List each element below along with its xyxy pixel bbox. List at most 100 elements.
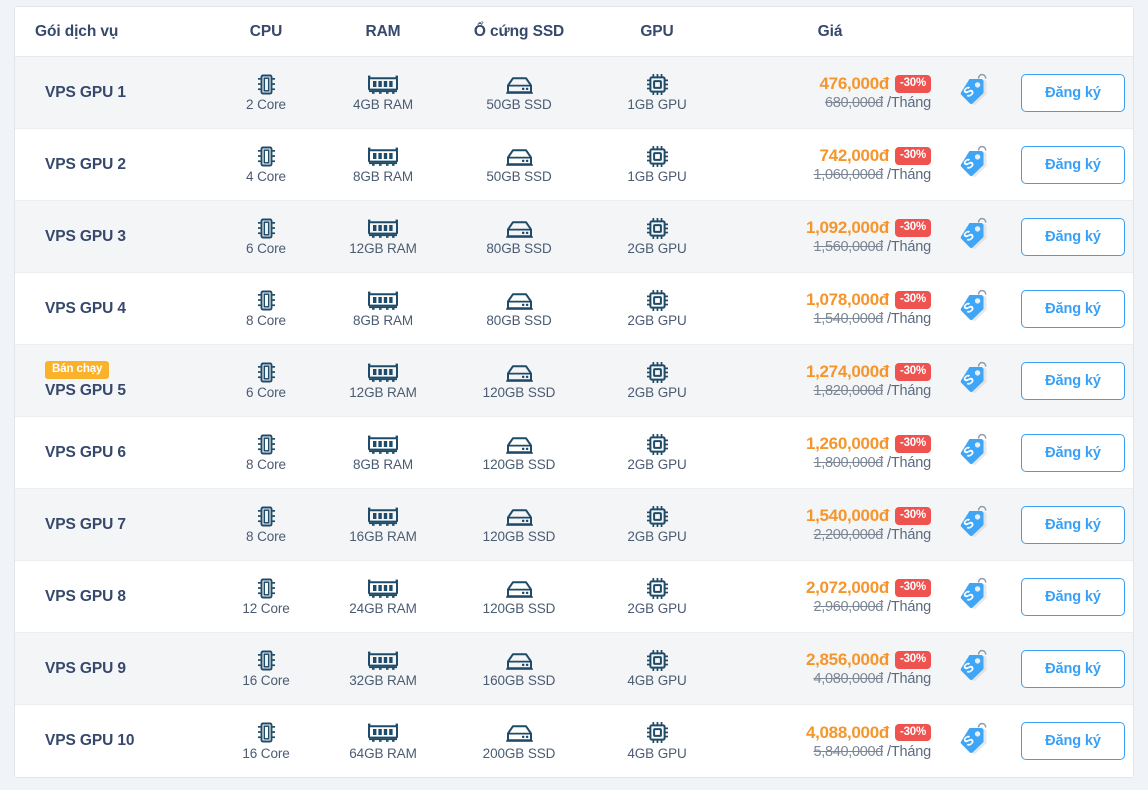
cpu-chip-icon	[257, 722, 275, 744]
price-cell: 476,000đ -30% 680,000đ /Tháng	[721, 74, 939, 111]
ram-value: 4GB RAM	[352, 97, 414, 112]
package-name-cell: VPS GPU 2	[15, 156, 211, 174]
package-name-cell: Bán chạy VPS GPU 5	[15, 361, 211, 400]
price-original: 680,000đ	[824, 95, 884, 111]
action-cell: Đăng ký	[1011, 361, 1135, 400]
table-row: VPS GPU 7 8 Core 16GB RAM 120GB SSD 2GB …	[15, 489, 1133, 561]
register-button[interactable]: Đăng ký	[1021, 505, 1125, 544]
ssd-spec-cell: 120GB SSD	[445, 361, 593, 400]
price-original: 1,560,000đ	[813, 239, 884, 255]
gpu-spec-cell: 2GB GPU	[593, 217, 721, 256]
register-button[interactable]: Đăng ký	[1021, 577, 1125, 616]
register-button[interactable]: Đăng ký	[1021, 145, 1125, 184]
gpu-spec-cell: 2GB GPU	[593, 361, 721, 400]
price-cell: 1,260,000đ -30% 1,800,000đ /Tháng	[721, 434, 939, 471]
register-button[interactable]: Đăng ký	[1021, 361, 1125, 400]
action-cell: Đăng ký	[1011, 577, 1135, 616]
table-row: VPS GPU 8 12 Core 24GB RAM 120GB SSD 2GB…	[15, 561, 1133, 633]
ram-value: 12GB RAM	[349, 385, 417, 400]
hard-drive-icon	[505, 649, 534, 671]
memory-stick-icon	[368, 649, 398, 671]
gpu-value: 4GB GPU	[627, 745, 687, 761]
discount-badge: -30%	[894, 651, 931, 669]
register-button[interactable]: Đăng ký	[1021, 722, 1125, 760]
gpu-spec-cell: 2GB GPU	[593, 289, 721, 328]
table-header-row: Gói dịch vụ CPU RAM Ổ cứng SSD GPU Giá	[15, 7, 1133, 57]
action-cell: Đăng ký	[1011, 649, 1135, 688]
price-discounted: 1,260,000đ	[805, 434, 889, 453]
ssd-spec-cell: 80GB SSD	[445, 289, 593, 328]
sale-tag-cell: S	[939, 505, 1011, 544]
column-header-package: Gói dịch vụ	[35, 22, 119, 40]
ram-spec-cell: 32GB RAM	[321, 649, 445, 688]
hard-drive-icon	[505, 361, 534, 383]
price-cell: 1,540,000đ -30% 2,200,000đ /Tháng	[721, 506, 939, 543]
gpu-chip-icon	[646, 722, 668, 744]
ram-value: 8GB RAM	[352, 313, 414, 328]
billing-period: /Tháng	[887, 743, 931, 760]
price-discounted: 742,000đ	[819, 146, 890, 165]
package-name: VPS GPU 7	[45, 515, 126, 533]
hard-drive-icon	[505, 577, 534, 599]
price-current-row: 1,540,000đ -30%	[806, 506, 931, 526]
package-name-cell: VPS GPU 8	[15, 588, 211, 606]
package-name: VPS GPU 1	[45, 83, 126, 101]
gpu-spec-cell: 4GB GPU	[593, 722, 721, 761]
price-original-row: 680,000đ /Tháng	[825, 95, 931, 111]
table-row: VPS GPU 2 4 Core 8GB RAM 50GB SSD 1GB GP…	[15, 129, 1133, 201]
price-discounted: 1,274,000đ	[805, 362, 889, 381]
gpu-spec-cell: 1GB GPU	[593, 73, 721, 112]
sale-tag-icon: S	[958, 217, 992, 256]
discount-badge: -30%	[894, 507, 931, 525]
hard-drive-icon	[505, 217, 534, 239]
ssd-value: 80GB SSD	[486, 313, 552, 328]
cpu-spec-cell: 16 Core	[211, 649, 321, 688]
cpu-value: 6 Core	[246, 241, 286, 256]
ssd-value: 50GB SSD	[486, 169, 552, 184]
ram-spec-cell: 4GB RAM	[321, 73, 445, 112]
gpu-value: 2GB GPU	[627, 601, 687, 616]
table-body: VPS GPU 1 2 Core 4GB RAM 50GB SSD 1GB GP…	[15, 57, 1133, 777]
package-name: VPS GPU 5	[45, 381, 126, 399]
table-row: VPS GPU 6 8 Core 8GB RAM 120GB SSD 2GB G…	[15, 417, 1133, 489]
register-button[interactable]: Đăng ký	[1021, 649, 1125, 688]
price-original: 2,200,000đ	[813, 527, 884, 543]
sale-tag-cell: S	[939, 577, 1011, 616]
gpu-chip-icon	[646, 145, 668, 167]
discount-badge: -30%	[894, 723, 931, 742]
package-name-cell: VPS GPU 10	[15, 732, 211, 750]
price-original: 1,800,000đ	[813, 455, 884, 471]
action-cell: Đăng ký	[1011, 217, 1135, 256]
action-cell: Đăng ký	[1011, 722, 1135, 760]
table-row: VPS GPU 9 16 Core 32GB RAM 160GB SSD 4GB…	[15, 633, 1133, 705]
ram-value: 8GB RAM	[352, 169, 414, 184]
package-name: VPS GPU 6	[45, 443, 126, 461]
cpu-spec-cell: 8 Core	[211, 505, 321, 544]
price-current-row: 2,072,000đ -30%	[806, 578, 931, 598]
price-cell: 2,856,000đ -30% 4,080,000đ /Tháng	[721, 650, 939, 687]
cpu-chip-icon	[257, 289, 275, 311]
ssd-spec-cell: 120GB SSD	[445, 577, 593, 616]
cpu-value: 16 Core	[242, 745, 290, 761]
discount-badge: -30%	[894, 435, 931, 453]
gpu-value: 2GB GPU	[627, 385, 687, 400]
register-button[interactable]: Đăng ký	[1021, 289, 1125, 328]
register-button[interactable]: Đăng ký	[1021, 433, 1125, 472]
ssd-value: 120GB SSD	[482, 601, 556, 616]
sale-tag-cell: S	[939, 73, 1011, 112]
discount-badge: -30%	[894, 579, 931, 597]
price-current-row: 4,088,000đ -30%	[806, 723, 931, 743]
register-button[interactable]: Đăng ký	[1021, 73, 1125, 112]
price-original: 5,840,000đ	[813, 743, 884, 760]
ram-spec-cell: 24GB RAM	[321, 577, 445, 616]
action-cell: Đăng ký	[1011, 505, 1135, 544]
price-original-row: 5,840,000đ /Tháng	[813, 744, 931, 760]
gpu-value: 1GB GPU	[627, 169, 687, 184]
register-button[interactable]: Đăng ký	[1021, 217, 1125, 256]
cpu-value: 6 Core	[246, 385, 286, 400]
package-name-cell: VPS GPU 7	[15, 516, 211, 534]
discount-badge: -30%	[894, 147, 931, 165]
cpu-value: 16 Core	[242, 673, 290, 688]
price-cell: 742,000đ -30% 1,060,000đ /Tháng	[721, 146, 939, 183]
sale-tag-icon: S	[958, 505, 992, 544]
